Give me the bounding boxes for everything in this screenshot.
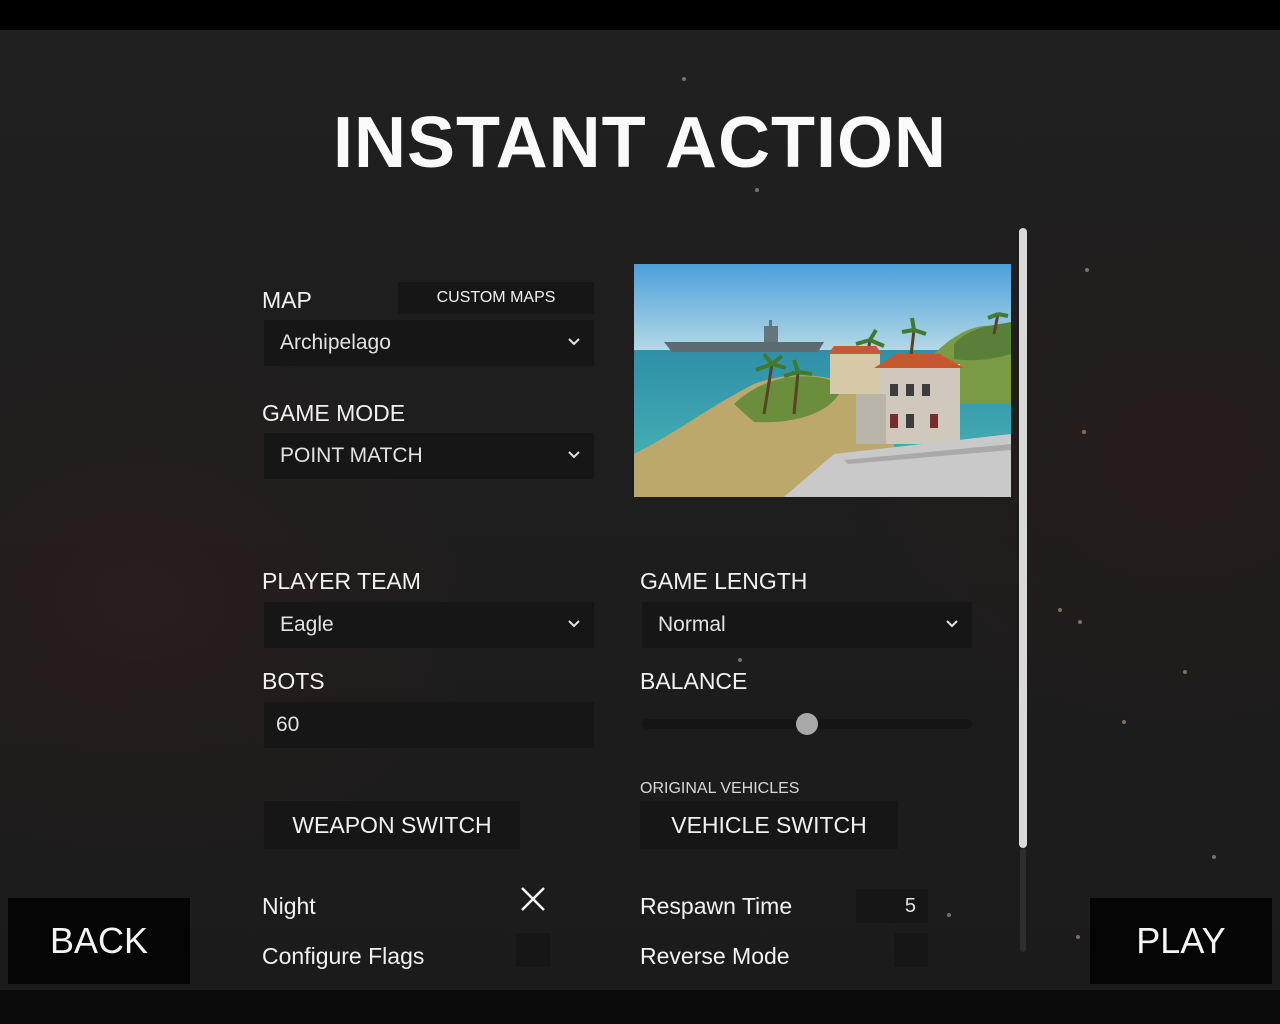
chevron-down-icon	[946, 620, 958, 628]
chevron-down-icon	[568, 451, 580, 459]
configure-flags-checkbox[interactable]	[516, 933, 550, 967]
balance-slider-handle[interactable]	[796, 713, 818, 735]
custom-maps-button[interactable]: CUSTOM MAPS	[398, 282, 594, 314]
map-preview-image	[634, 264, 1011, 497]
map-label: MAP	[262, 287, 312, 313]
back-button[interactable]: BACK	[8, 898, 190, 984]
vehicle-switch-button[interactable]: VEHICLE SWITCH	[640, 801, 898, 849]
balance-label: BALANCE	[640, 668, 748, 694]
game-mode-dropdown[interactable]: POINT MATCH	[264, 433, 594, 479]
night-label: Night	[262, 893, 316, 919]
scrollbar-thumb[interactable]	[1019, 228, 1027, 848]
bots-label: BOTS	[262, 668, 325, 694]
top-bar	[0, 0, 1280, 30]
scrollbar-track[interactable]	[1020, 848, 1026, 952]
bots-input[interactable]: 60	[264, 702, 594, 748]
configure-flags-label: Configure Flags	[262, 943, 425, 969]
star-particle	[1212, 855, 1216, 859]
weapon-switch-button[interactable]: WEAPON SWITCH	[264, 801, 520, 849]
game-length-dropdown[interactable]: Normal	[642, 602, 972, 648]
player-team-dropdown-value: Eagle	[280, 613, 334, 636]
star-particle	[682, 77, 686, 81]
map-dropdown-value: Archipelago	[280, 331, 391, 354]
page-title: INSTANT ACTION	[333, 103, 947, 183]
star-particle	[755, 188, 759, 192]
map-dropdown[interactable]: Archipelago	[264, 320, 594, 366]
player-team-dropdown[interactable]: Eagle	[264, 602, 594, 648]
game-length-dropdown-value: Normal	[658, 613, 726, 636]
star-particle	[1122, 720, 1126, 724]
star-particle	[1085, 268, 1089, 272]
star-particle	[947, 913, 951, 917]
star-particle	[1082, 430, 1086, 434]
original-vehicles-label: ORIGINAL VEHICLES	[640, 780, 800, 797]
player-team-label: PLAYER TEAM	[262, 568, 421, 594]
game-mode-label: GAME MODE	[262, 400, 406, 426]
close-icon	[521, 887, 545, 911]
star-particle	[738, 658, 742, 662]
reverse-mode-checkbox[interactable]	[894, 933, 928, 967]
respawn-time-label: Respawn Time	[640, 893, 793, 919]
play-button[interactable]: PLAY	[1090, 898, 1272, 984]
star-particle	[1076, 935, 1080, 939]
chevron-down-icon	[568, 620, 580, 628]
star-particle	[1078, 620, 1082, 624]
bottom-bar	[0, 990, 1280, 1024]
map-preview-art	[634, 264, 1011, 497]
chevron-down-icon	[568, 338, 580, 346]
respawn-time-input[interactable]: 5	[856, 889, 928, 923]
game-mode-dropdown-value: POINT MATCH	[280, 444, 423, 467]
night-checkbox[interactable]	[516, 882, 550, 916]
star-particle	[1183, 670, 1187, 674]
game-length-label: GAME LENGTH	[640, 568, 808, 594]
balance-slider[interactable]	[642, 713, 972, 735]
star-particle	[1058, 608, 1062, 612]
reverse-mode-label: Reverse Mode	[640, 943, 790, 969]
